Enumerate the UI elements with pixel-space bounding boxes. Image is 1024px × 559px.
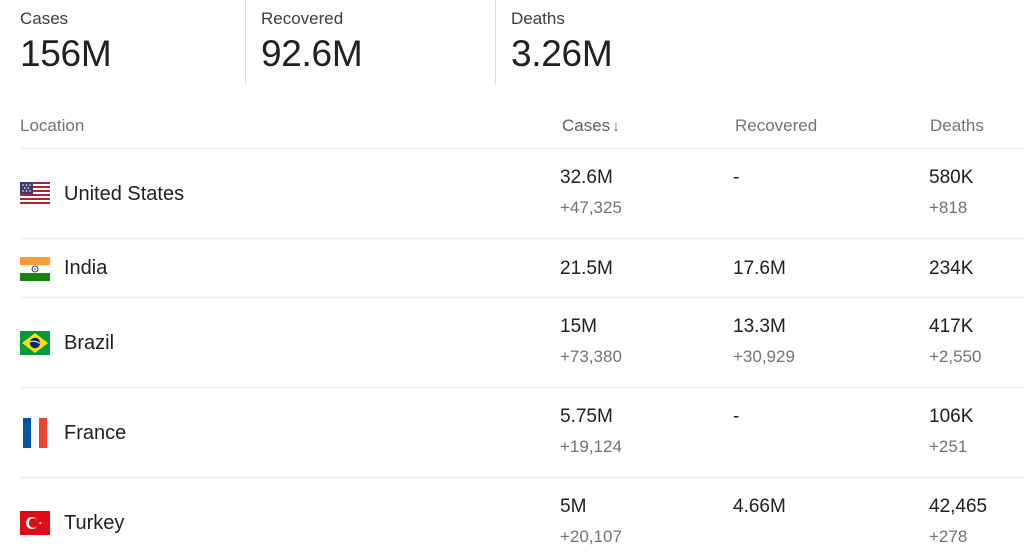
cell-deaths: 417K +2,550 xyxy=(929,316,981,367)
header-location[interactable]: Location xyxy=(20,116,84,136)
france-flag-icon xyxy=(20,418,50,448)
summary-cases-value: 156M xyxy=(20,33,112,74)
cell-deaths: 42,465 +278 xyxy=(929,496,987,547)
india-flag-icon xyxy=(20,254,50,284)
country-name: France xyxy=(64,422,127,444)
cases-value: 32.6M xyxy=(560,167,613,188)
recovered-value: 4.66M xyxy=(733,496,786,517)
cell-recovered: 13.3M +30,929 xyxy=(733,316,795,367)
cell-cases: 15M +73,380 xyxy=(560,316,622,367)
summary-cases-label: Cases xyxy=(20,9,69,28)
cell-deaths: 234K xyxy=(929,258,973,280)
turkey-flag-icon xyxy=(20,508,50,538)
country-name: United States xyxy=(64,183,185,205)
table-row[interactable]: India 21.5M 17.6M 234K xyxy=(20,239,1024,298)
cases-value: 21.5M xyxy=(560,258,613,279)
cell-cases: 5M +20,107 xyxy=(560,496,622,547)
cases-delta: +73,380 xyxy=(560,347,622,366)
us-flag-icon xyxy=(20,179,50,209)
recovered-delta: +30,929 xyxy=(733,347,795,366)
summary-deaths-label: Deaths xyxy=(511,9,565,28)
summary-recovered: Recovered 92.6M xyxy=(245,0,495,84)
cell-cases: 21.5M xyxy=(560,258,613,280)
sort-down-icon: ↓ xyxy=(612,118,620,135)
country-name: India xyxy=(64,257,108,279)
country-name: Brazil xyxy=(64,332,115,354)
summary-recovered-label: Recovered xyxy=(261,9,344,28)
summary-cases: Cases 156M xyxy=(20,0,245,84)
deaths-value: 106K xyxy=(929,406,974,427)
deaths-delta: +278 xyxy=(929,527,968,546)
deaths-delta: +818 xyxy=(929,198,968,217)
cases-value: 5M xyxy=(560,496,587,517)
deaths-value: 580K xyxy=(929,167,974,188)
table-row[interactable]: Turkey 5M +20,107 4.66M 42,465 +278 xyxy=(20,478,1024,559)
recovered-value: 17.6M xyxy=(733,258,786,279)
deaths-value: 234K xyxy=(929,258,974,279)
deaths-value: 42,465 xyxy=(929,496,988,517)
header-cases[interactable]: Cases ↓ xyxy=(562,116,620,136)
recovered-value: - xyxy=(733,406,740,427)
cell-recovered: - xyxy=(733,167,739,189)
header-deaths[interactable]: Deaths xyxy=(930,116,984,136)
recovered-value: 13.3M xyxy=(733,316,786,337)
cell-recovered: 17.6M xyxy=(733,258,786,280)
deaths-delta: +2,550 xyxy=(929,347,982,366)
cases-delta: +19,124 xyxy=(560,437,622,456)
deaths-value: 417K xyxy=(929,316,974,337)
recovered-value: - xyxy=(733,167,740,188)
stats-table: Location Cases ↓ Recovered Deaths United … xyxy=(20,100,1024,559)
cases-delta: +20,107 xyxy=(560,527,622,546)
cell-recovered: 4.66M xyxy=(733,496,786,518)
table-row[interactable]: France 5.75M +19,124 - 106K +251 xyxy=(20,388,1024,478)
cases-delta: +47,325 xyxy=(560,198,622,217)
cell-deaths: 580K +818 xyxy=(929,167,973,218)
cell-cases: 32.6M +47,325 xyxy=(560,167,622,218)
cell-cases: 5.75M +19,124 xyxy=(560,406,622,457)
summary-deaths-value: 3.26M xyxy=(511,33,613,74)
header-recovered[interactable]: Recovered xyxy=(735,116,817,136)
brazil-flag-icon xyxy=(20,328,50,358)
cell-recovered: - xyxy=(733,406,739,428)
summary-stats: Cases 156M Recovered 92.6M Deaths 3.26M xyxy=(0,0,1024,90)
summary-deaths: Deaths 3.26M xyxy=(495,0,745,84)
summary-recovered-value: 92.6M xyxy=(261,33,363,74)
table-header: Location Cases ↓ Recovered Deaths xyxy=(20,100,1024,149)
deaths-delta: +251 xyxy=(929,437,968,456)
country-name: Turkey xyxy=(64,512,125,534)
header-cases-label: Cases xyxy=(562,116,611,135)
cases-value: 5.75M xyxy=(560,406,613,427)
cell-deaths: 106K +251 xyxy=(929,406,973,457)
table-row[interactable]: United States 32.6M +47,325 - 580K +818 xyxy=(20,149,1024,239)
table-row[interactable]: Brazil 15M +73,380 13.3M +30,929 417K +2… xyxy=(20,298,1024,388)
cases-value: 15M xyxy=(560,316,597,337)
